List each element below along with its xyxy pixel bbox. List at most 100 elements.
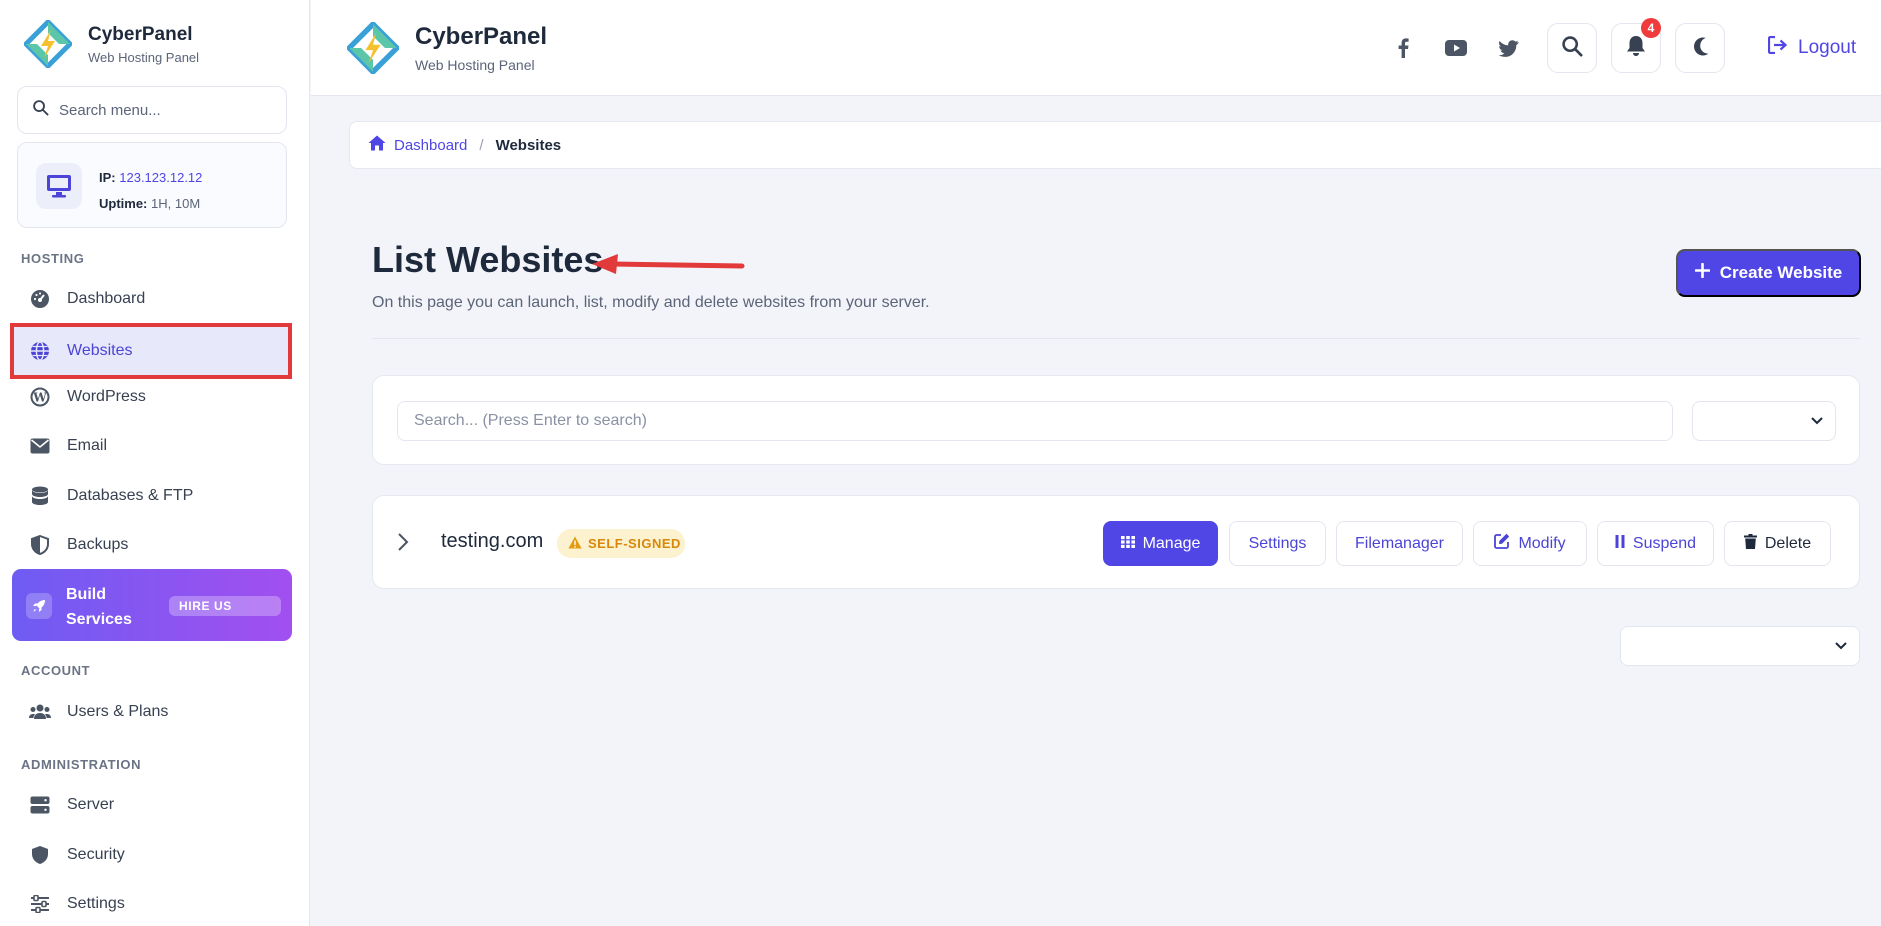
moon-icon — [1690, 36, 1710, 61]
server-icon — [29, 794, 51, 816]
suspend-button[interactable]: Suspend — [1597, 521, 1714, 566]
build-label-line2: Services — [66, 611, 132, 628]
sidebar-item-users[interactable]: Users & Plans — [12, 690, 290, 734]
search-icon — [32, 99, 49, 121]
monitor-icon — [36, 163, 82, 209]
delete-label: Delete — [1764, 534, 1812, 552]
bell-icon — [1626, 35, 1646, 62]
sidebar-item-label: Settings — [67, 895, 125, 912]
chevron-right-icon[interactable] — [397, 532, 409, 557]
warning-triangle-icon — [568, 536, 582, 552]
hire-us-badge: HIRE US — [169, 596, 281, 616]
sidebar-item-server[interactable]: Server — [12, 783, 290, 827]
breadcrumb-home-label: Dashboard — [394, 136, 468, 154]
highlight-frame — [10, 323, 292, 379]
home-icon — [368, 135, 386, 155]
envelope-icon — [29, 435, 51, 457]
delete-button[interactable]: Delete — [1724, 521, 1831, 566]
sidebar-item-label: Email — [67, 437, 108, 454]
sidebar-item-databases[interactable]: Databases & FTP — [12, 474, 290, 518]
notification-count-badge: 4 — [1641, 18, 1661, 38]
server-info-card: IP: 123.123.12.12 Uptime: 1H, 10M — [17, 142, 287, 228]
facebook-icon[interactable] — [1389, 34, 1417, 62]
search-card — [372, 375, 1860, 465]
breadcrumb-current: Websites — [495, 136, 562, 154]
create-website-label: Create Website — [1719, 263, 1843, 282]
sidebar-item-label: Dashboard — [67, 290, 146, 307]
wordpress-icon: W — [29, 386, 51, 408]
website-row: testing.com SELF-SIGNED Manage Settings … — [372, 495, 1860, 589]
section-label-administration: ADMINISTRATION — [21, 757, 142, 772]
sidebar-search-placeholder: Search menu... — [59, 101, 161, 119]
sidebar-brand[interactable]: CyberPanel Web Hosting Panel — [22, 18, 200, 70]
pagination-select[interactable] — [1620, 626, 1860, 666]
sidebar-search-input[interactable]: Search menu... — [17, 86, 287, 134]
filemanager-button[interactable]: Filemanager — [1336, 521, 1463, 566]
header-search-button[interactable] — [1547, 23, 1597, 73]
uptime-label: Uptime: — [99, 196, 148, 211]
chevron-down-icon — [1811, 412, 1823, 430]
website-search-input[interactable] — [397, 401, 1673, 441]
trash-icon — [1743, 533, 1757, 554]
sidebar-item-security[interactable]: Security — [12, 833, 290, 877]
sidebar-item-backups[interactable]: Backups — [12, 523, 290, 567]
website-domain[interactable]: testing.com — [441, 530, 543, 553]
page-title: List Websites — [372, 239, 604, 280]
sidebar-item-wordpress[interactable]: W WordPress — [12, 375, 290, 419]
sidebar-item-settings[interactable]: Settings — [12, 882, 290, 926]
sidebar-item-label: Server — [67, 796, 115, 813]
logout-link[interactable]: Logout — [1767, 35, 1857, 60]
header-brand-title: CyberPanel — [415, 23, 548, 50]
brand-title: CyberPanel — [88, 23, 193, 45]
shield-icon — [29, 844, 51, 866]
filter-select[interactable] — [1692, 401, 1836, 441]
sidebar-item-label: Backups — [67, 536, 129, 553]
header-divider — [372, 338, 1860, 339]
sliders-icon — [29, 893, 51, 915]
sign-out-icon — [1767, 35, 1788, 60]
sidebar-item-dashboard[interactable]: Dashboard — [12, 277, 290, 321]
breadcrumb-separator: / — [479, 136, 484, 154]
users-icon — [29, 701, 51, 723]
settings-label: Settings — [1248, 534, 1307, 552]
sidebar-item-label: Databases & FTP — [67, 487, 194, 504]
ip-label: IP: — [99, 170, 116, 185]
header-brand-subtitle: Web Hosting Panel — [415, 57, 535, 73]
breadcrumb: Dashboard / Websites — [349, 121, 1881, 169]
shield-half-icon — [29, 534, 51, 556]
dashboard-gauge-icon — [29, 288, 51, 310]
pause-icon — [1615, 534, 1625, 553]
breadcrumb-dashboard-link[interactable]: Dashboard — [368, 135, 467, 155]
logout-label: Logout — [1798, 37, 1857, 58]
database-icon — [29, 485, 51, 507]
sidebar-item-label: WordPress — [67, 388, 146, 405]
manage-button[interactable]: Manage — [1103, 521, 1218, 566]
build-services-button[interactable]: Build Services HIRE US — [12, 569, 292, 641]
svg-text:W: W — [32, 391, 47, 405]
settings-button[interactable]: Settings — [1229, 521, 1326, 566]
youtube-icon[interactable] — [1442, 34, 1470, 62]
grid-icon — [1120, 535, 1135, 553]
sidebar-item-email[interactable]: Email — [12, 424, 290, 468]
theme-toggle-button[interactable] — [1675, 23, 1725, 73]
ip-value: 123.123.12.12 — [119, 170, 203, 185]
uptime-value: 1H, 10M — [151, 196, 201, 211]
twitter-icon[interactable] — [1495, 34, 1523, 62]
section-label-hosting: HOSTING — [21, 251, 85, 266]
modify-label: Modify — [1518, 534, 1566, 552]
edit-icon — [1494, 533, 1510, 554]
create-website-button[interactable]: Create Website — [1676, 249, 1861, 297]
header-brand[interactable]: CyberPanel Web Hosting Panel — [345, 20, 548, 76]
sidebar-item-label: Users & Plans — [67, 703, 169, 720]
plus-icon — [1694, 262, 1711, 283]
sidebar-item-label: Security — [67, 846, 125, 863]
brand-subtitle: Web Hosting Panel — [88, 49, 200, 65]
search-icon — [1561, 35, 1583, 62]
cyberpanel-logo-icon — [345, 20, 401, 76]
rocket-icon — [26, 593, 52, 619]
manage-label: Manage — [1142, 534, 1201, 552]
ssl-status-badge: SELF-SIGNED — [557, 529, 685, 558]
ssl-badge-label: SELF-SIGNED — [588, 536, 681, 551]
modify-button[interactable]: Modify — [1473, 521, 1587, 566]
build-label-line1: Build — [66, 586, 106, 603]
